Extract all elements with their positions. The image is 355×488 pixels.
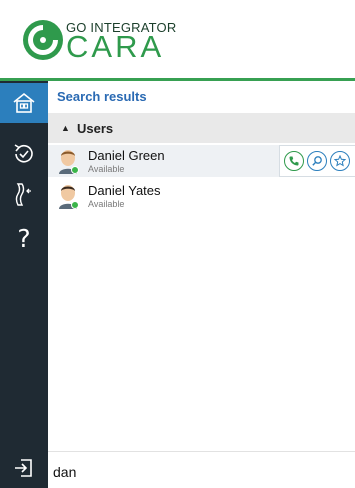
search-contact-button[interactable] xyxy=(307,151,327,171)
settings-icon xyxy=(15,183,31,206)
star-icon xyxy=(334,155,346,167)
help-icon: ? xyxy=(17,223,31,253)
search-icon xyxy=(312,156,322,166)
contact-actions xyxy=(279,145,355,177)
contact-name: Daniel Yates xyxy=(88,183,161,198)
call-button[interactable] xyxy=(284,151,304,171)
sidebar-item-help[interactable]: ? xyxy=(0,218,48,258)
contact-name: Daniel Green xyxy=(88,148,165,163)
logout-icon xyxy=(15,459,32,477)
sidebar-item-home[interactable] xyxy=(0,83,48,123)
header: GO INTEGRATOR CARA xyxy=(0,0,355,78)
search-results-title: Search results xyxy=(57,89,147,104)
sidebar-item-history[interactable] xyxy=(0,134,48,174)
search-bar xyxy=(48,451,355,488)
status-indicator xyxy=(71,166,79,174)
contact-row[interactable]: Daniel Green Available xyxy=(48,145,355,177)
sidebar: ? xyxy=(0,81,48,488)
contact-row[interactable]: Daniel Yates Available xyxy=(48,180,355,212)
contact-status: Available xyxy=(88,199,125,209)
history-icon xyxy=(14,144,33,163)
app-window: GO INTEGRATOR CARA ? Search results ▲ Us… xyxy=(0,0,355,488)
logout-button[interactable] xyxy=(0,448,48,488)
search-results-panel: Search results ▲ Users Daniel Green Avai… xyxy=(48,81,355,451)
status-indicator xyxy=(71,201,79,209)
contact-status: Available xyxy=(88,164,125,174)
cara-logo-icon xyxy=(23,20,63,60)
brand-name: CARA xyxy=(66,29,165,64)
group-header-users[interactable]: ▲ Users xyxy=(48,113,355,143)
collapse-arrow-icon: ▲ xyxy=(61,123,70,133)
search-input[interactable] xyxy=(53,460,343,484)
group-label: Users xyxy=(77,121,114,136)
home-icon xyxy=(13,92,35,113)
sidebar-item-settings[interactable] xyxy=(0,174,48,214)
phone-icon xyxy=(289,156,299,166)
favorite-button[interactable] xyxy=(330,151,350,171)
